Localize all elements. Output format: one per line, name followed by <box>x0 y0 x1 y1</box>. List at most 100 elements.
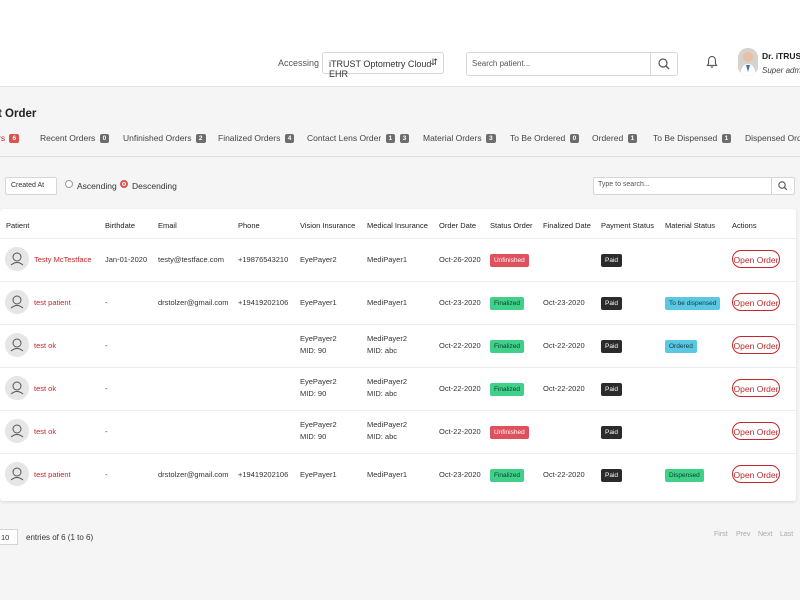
birthdate-cell: - <box>105 384 108 393</box>
tab-label: Dispensed Order <box>745 133 800 143</box>
column-header[interactable]: Medical Insurance <box>367 221 428 230</box>
column-header[interactable]: Email <box>158 221 177 230</box>
tab-label: Recent Orders <box>40 133 96 143</box>
birthdate-cell: - <box>105 427 108 436</box>
status-badge: Finalized <box>490 340 525 353</box>
column-header[interactable]: Material Status <box>665 221 715 230</box>
patient-avatar-icon <box>5 462 29 486</box>
orders-table: Patient Birthdate Email Phone Vision Ins… <box>0 209 796 501</box>
finalized-date-cell: Oct-22-2020 <box>543 384 585 393</box>
patient-name-link[interactable]: test ok <box>34 340 56 352</box>
column-header[interactable]: Actions <box>732 221 757 230</box>
top-header: Accessing iTRUST Optometry Cloud EHR ⇵ D… <box>0 0 800 87</box>
payment-badge: Paid <box>601 297 623 310</box>
column-header[interactable]: Order Date <box>439 221 476 230</box>
tab-to-be-dispensed[interactable]: To Be Dispensed 1 <box>653 133 732 143</box>
open-order-button[interactable]: Open Order <box>732 293 780 311</box>
tab-label: To Be Dispensed <box>653 133 718 143</box>
column-header[interactable]: Payment Status <box>601 221 654 230</box>
finalized-date-cell: Oct-22-2020 <box>543 470 585 479</box>
vision-mid-cell: MID: 90 <box>300 432 327 441</box>
open-order-button[interactable]: Open Order <box>732 336 780 354</box>
medical-insurance-cell: MediPayer1 <box>367 470 408 479</box>
patient-name-link[interactable]: test patient <box>34 297 71 309</box>
table-row: test patient - drstolzer@gmail.com +1941… <box>0 281 796 325</box>
medical-insurance-cell: MediPayer1 <box>367 255 408 264</box>
column-header[interactable]: Vision Insurance <box>300 221 355 230</box>
column-header[interactable]: Status Order <box>490 221 533 230</box>
patient-name-link[interactable]: test ok <box>34 426 56 438</box>
tab-ordered[interactable]: Ordered 1 <box>592 133 638 143</box>
tab-recent-orders[interactable]: Recent Orders 0 <box>40 133 110 143</box>
tab-all-orders[interactable]: rs 6 <box>0 133 20 143</box>
open-order-button[interactable]: Open Order <box>732 465 780 483</box>
vision-insurance-cell: EyePayer2 <box>300 255 337 264</box>
pager-prev-button[interactable]: Prev <box>736 531 750 538</box>
patient-name-link[interactable]: test patient <box>34 469 71 481</box>
column-header[interactable]: Finalized Date <box>543 221 591 230</box>
column-header[interactable]: Birthdate <box>105 221 135 230</box>
caret-updown-icon: ⇵ <box>430 57 438 67</box>
open-order-button[interactable]: Open Order <box>732 250 780 268</box>
tab-count-badge-secondary: 3 <box>399 134 410 143</box>
entries-info: entries of 6 (1 to 6) <box>26 533 94 542</box>
vision-insurance-cell: EyePayer2 <box>300 377 337 386</box>
table-row: test ok - EyePayer2 MID: 90 MediPayer2 M… <box>0 367 796 411</box>
vision-insurance-cell: EyePayer1 <box>300 470 337 479</box>
vision-insurance-cell: EyePayer2 <box>300 334 337 343</box>
sort-by-select[interactable]: Created At <box>5 177 57 195</box>
table-row: test patient - drstolzer@gmail.com +1941… <box>0 453 796 497</box>
patient-avatar-icon <box>5 290 29 314</box>
payment-badge: Paid <box>601 469 623 482</box>
medical-insurance-cell: MediPayer1 <box>367 298 408 307</box>
tab-material-orders[interactable]: Material Orders 3 <box>423 133 496 143</box>
table-search <box>593 177 795 195</box>
patient-name-link[interactable]: Testy McTestface <box>34 254 92 266</box>
order-date-cell: Oct-23-2020 <box>439 470 481 479</box>
medical-mid-cell: MID: abc <box>367 346 398 355</box>
tab-dispensed-order[interactable]: Dispensed Order <box>745 133 800 143</box>
sort-by-value: Created At <box>11 182 45 189</box>
patient-search-button[interactable] <box>650 53 677 75</box>
patient-search-input[interactable] <box>472 59 642 68</box>
page-title: t Order <box>0 108 37 120</box>
column-header[interactable]: Patient <box>6 221 29 230</box>
tab-unfinished-orders[interactable]: Unfinished Orders 2 <box>123 133 206 143</box>
pager-next-button[interactable]: Next <box>758 531 772 538</box>
table-search-input[interactable] <box>598 181 758 188</box>
tab-count-badge: 1 <box>385 134 396 143</box>
open-order-button[interactable]: Open Order <box>732 422 780 440</box>
birthdate-cell: - <box>105 298 108 307</box>
pager-last-button[interactable]: Last <box>780 531 793 538</box>
tab-count-badge: 0 <box>99 134 110 143</box>
email-cell: testy@testface.com <box>158 255 224 264</box>
tab-label: Contact Lens Order <box>307 133 382 143</box>
medical-insurance-cell: MediPayer2 <box>367 420 408 429</box>
ascending-radio[interactable] <box>65 180 73 188</box>
bell-icon[interactable] <box>706 55 718 69</box>
accessing-label: Accessing <box>278 58 320 68</box>
material-status-badge: To be dispensed <box>665 297 721 310</box>
user-avatar[interactable] <box>738 48 758 76</box>
ascending-label: Ascending <box>77 181 117 191</box>
open-order-button[interactable]: Open Order <box>732 379 780 397</box>
practice-select[interactable]: iTRUST Optometry Cloud EHR ⇵ <box>322 52 444 79</box>
patient-avatar-icon <box>5 376 29 400</box>
material-status-badge: Dispensed <box>665 469 704 482</box>
tab-finalized-orders[interactable]: Finalized Orders 4 <box>218 133 295 143</box>
pager-first-button[interactable]: First <box>714 531 728 538</box>
tab-to-be-ordered[interactable]: To Be Ordered 0 <box>510 133 580 143</box>
table-search-button[interactable] <box>771 178 794 194</box>
tab-count-badge: 0 <box>569 134 580 143</box>
payment-badge: Paid <box>601 426 623 439</box>
descending-radio[interactable] <box>120 180 128 188</box>
search-icon <box>778 181 788 191</box>
order-date-cell: Oct-22-2020 <box>439 427 481 436</box>
patient-name-link[interactable]: test ok <box>34 383 56 395</box>
status-badge: Finalized <box>490 297 525 310</box>
page-size-select[interactable]: 10 <box>0 529 18 545</box>
column-header[interactable]: Phone <box>238 221 260 230</box>
tab-contact-lens-order[interactable]: Contact Lens Order 1 3 <box>307 133 410 143</box>
table-row: test ok - EyePayer2 MID: 90 MediPayer2 M… <box>0 324 796 368</box>
medical-insurance-cell: MediPayer2 <box>367 334 408 343</box>
